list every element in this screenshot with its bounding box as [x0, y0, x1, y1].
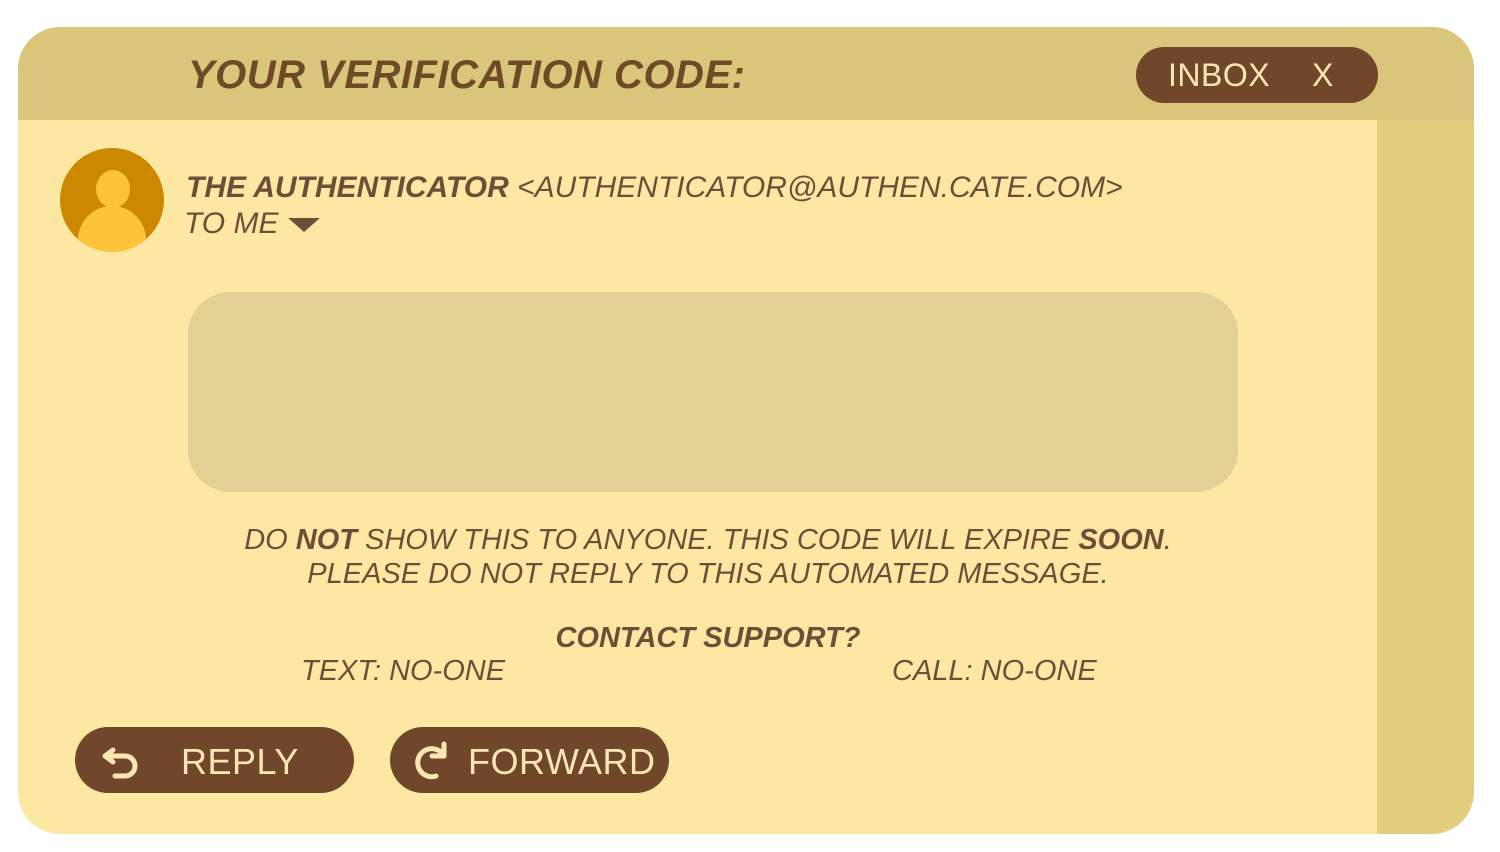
security-notice: DO NOT SHOW THIS TO ANYONE. THIS CODE WI…: [158, 523, 1258, 591]
reply-arrow-icon[interactable]: [101, 740, 143, 782]
notice-text-b: SHOW THIS TO ANYONE. THIS CODE WILL EXPI…: [356, 524, 1079, 556]
verification-code-box: [188, 292, 1238, 492]
inbox-label[interactable]: INBOX: [1168, 57, 1270, 94]
sender-email: <AUTHENTICATOR@AUTHEN.CATE.COM>: [517, 171, 1123, 204]
reply-button[interactable]: REPLY: [75, 727, 354, 793]
close-button[interactable]: X: [1312, 57, 1333, 94]
recipient-label[interactable]: TO ME: [184, 207, 278, 240]
support-call-contact: CALL: NO-ONE: [892, 655, 1097, 687]
forward-label[interactable]: FORWARD: [468, 741, 656, 783]
notice-line-1: DO NOT SHOW THIS TO ANYONE. THIS CODE WI…: [158, 523, 1258, 557]
chevron-down-icon[interactable]: [288, 218, 321, 233]
side-panel: [1377, 120, 1474, 834]
email-subject: YOUR VERIFICATION CODE:: [188, 53, 746, 97]
forward-arrow-icon[interactable]: [412, 740, 454, 782]
email-header: YOUR VERIFICATION CODE: INBOX X: [18, 27, 1474, 120]
avatar-body: [78, 206, 146, 252]
notice-emphasis-soon: SOON: [1078, 524, 1164, 556]
email-window: YOUR VERIFICATION CODE: INBOX X THE AUTH…: [18, 27, 1474, 834]
inbox-tab[interactable]: INBOX X: [1136, 47, 1378, 103]
support-heading: CONTACT SUPPORT?: [555, 622, 861, 654]
support-text-contact: TEXT: NO-ONE: [301, 655, 506, 687]
sender-line: THE AUTHENTICATOR <AUTHENTICATOR@AUTHEN.…: [186, 171, 1123, 205]
notice-emphasis-not: NOT: [295, 524, 357, 556]
reply-label[interactable]: REPLY: [181, 741, 299, 783]
notice-text-a: DO: [244, 524, 296, 556]
user-avatar-icon: [60, 148, 164, 252]
recipient-dropdown[interactable]: TO ME: [184, 207, 321, 241]
notice-text-c: .: [1163, 524, 1172, 556]
forward-button[interactable]: FORWARD: [390, 727, 669, 793]
sender-name: THE AUTHENTICATOR: [186, 171, 509, 204]
notice-line-2: PLEASE DO NOT REPLY TO THIS AUTOMATED ME…: [307, 558, 1109, 590]
avatar-head: [96, 170, 130, 208]
